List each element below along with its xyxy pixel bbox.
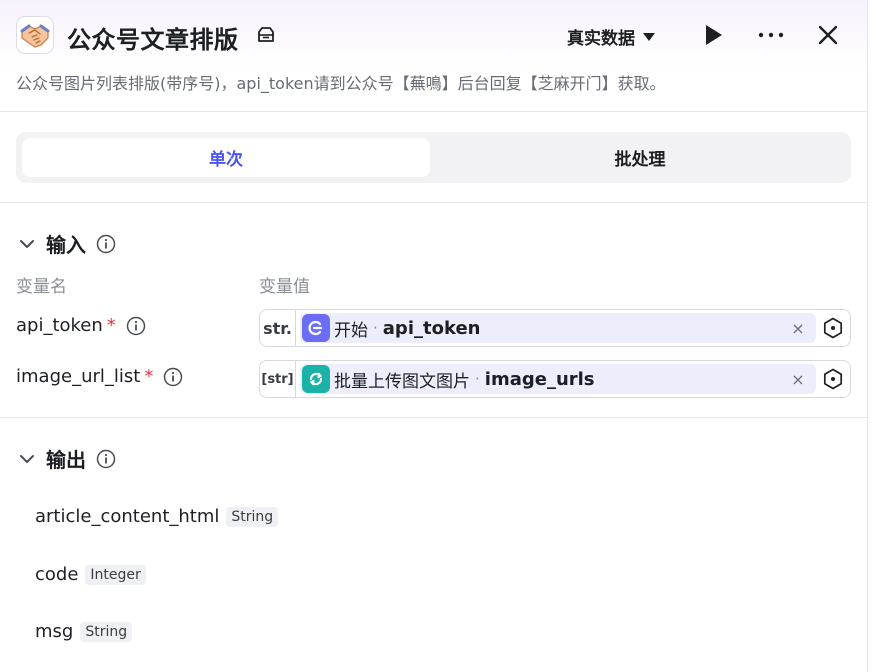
source-node-name: 开始	[334, 320, 368, 341]
tab-single[interactable]: 单次	[22, 138, 430, 177]
input-section-title: 输入	[46, 233, 86, 257]
data-mode-select[interactable]: 真实数据	[567, 24, 655, 49]
output-name: msg	[35, 621, 74, 642]
divider	[0, 417, 868, 418]
start-node-icon	[302, 314, 330, 342]
param-value-field-image-url-list[interactable]: [str] 批量上传图文图片 · image_urls ×	[259, 360, 851, 398]
required-mark: *	[144, 366, 154, 387]
close-icon[interactable]	[816, 22, 840, 48]
column-label-name: 变量名	[16, 277, 67, 297]
divider	[0, 111, 868, 112]
run-mode-tabs: 单次 批处理	[16, 132, 851, 183]
chevron-down-icon	[643, 32, 655, 41]
output-name: code	[35, 564, 79, 585]
info-icon[interactable]	[126, 316, 146, 336]
variable-reference-chip[interactable]: 开始 · api_token ×	[300, 313, 816, 343]
handshake-icon	[16, 16, 54, 54]
node-description: 公众号图片列表排版(带序号)，api_token请到公众号【蕪鳴】后台回复【芝麻…	[16, 74, 666, 93]
output-type-badge: String	[80, 621, 133, 642]
output-section-title: 输出	[46, 448, 86, 472]
required-mark: *	[106, 315, 116, 336]
info-icon[interactable]	[96, 449, 116, 469]
output-item: code Integer	[35, 564, 146, 585]
chevron-down-icon	[18, 450, 36, 468]
source-variable-name: api_token	[382, 317, 481, 339]
param-name-label: api_token	[16, 315, 103, 336]
play-icon[interactable]	[702, 22, 726, 48]
output-name: article_content_html	[35, 506, 220, 527]
info-icon[interactable]	[163, 367, 183, 387]
variable-select-icon[interactable]	[822, 317, 844, 339]
tag-icon[interactable]	[256, 26, 276, 44]
variable-select-icon[interactable]	[822, 368, 844, 390]
param-value-field-api-token[interactable]: str. 开始 · api_token ×	[259, 309, 851, 347]
param-name-label: image_url_list	[16, 366, 141, 387]
loop-node-icon	[302, 365, 330, 393]
more-icon[interactable]	[757, 23, 785, 47]
chevron-down-icon	[18, 235, 36, 253]
output-item: msg String	[35, 621, 133, 642]
separator: ·	[475, 370, 480, 388]
output-type-badge: String	[226, 506, 279, 527]
panel-header: 公众号文章排版 真实数据	[0, 0, 868, 70]
clear-icon[interactable]: ×	[788, 369, 808, 389]
type-badge: str.	[260, 310, 296, 346]
info-icon[interactable]	[96, 234, 116, 254]
divider	[0, 202, 868, 203]
data-mode-label: 真实数据	[567, 29, 635, 49]
type-badge: [str]	[260, 361, 296, 397]
page-title: 公众号文章排版	[67, 26, 239, 54]
column-label-value: 变量值	[259, 277, 310, 297]
source-node-name: 批量上传图文图片	[334, 371, 470, 392]
input-section-header[interactable]: 输入	[18, 229, 116, 258]
param-name-image-url-list: image_url_list *	[16, 366, 183, 387]
source-variable-name: image_urls	[484, 368, 595, 390]
output-item: article_content_html String	[35, 506, 279, 527]
node-panel: 公众号文章排版 真实数据 公众号图片列表排版(带序号)，api_token请到公…	[0, 0, 868, 672]
tab-batch[interactable]: 批处理	[434, 138, 846, 177]
variable-reference-chip[interactable]: 批量上传图文图片 · image_urls ×	[300, 364, 816, 394]
separator: ·	[373, 319, 378, 337]
output-type-badge: Integer	[85, 564, 146, 585]
output-section-header[interactable]: 输出	[18, 444, 116, 473]
param-name-api-token: api_token *	[16, 315, 146, 336]
clear-icon[interactable]: ×	[788, 318, 808, 338]
